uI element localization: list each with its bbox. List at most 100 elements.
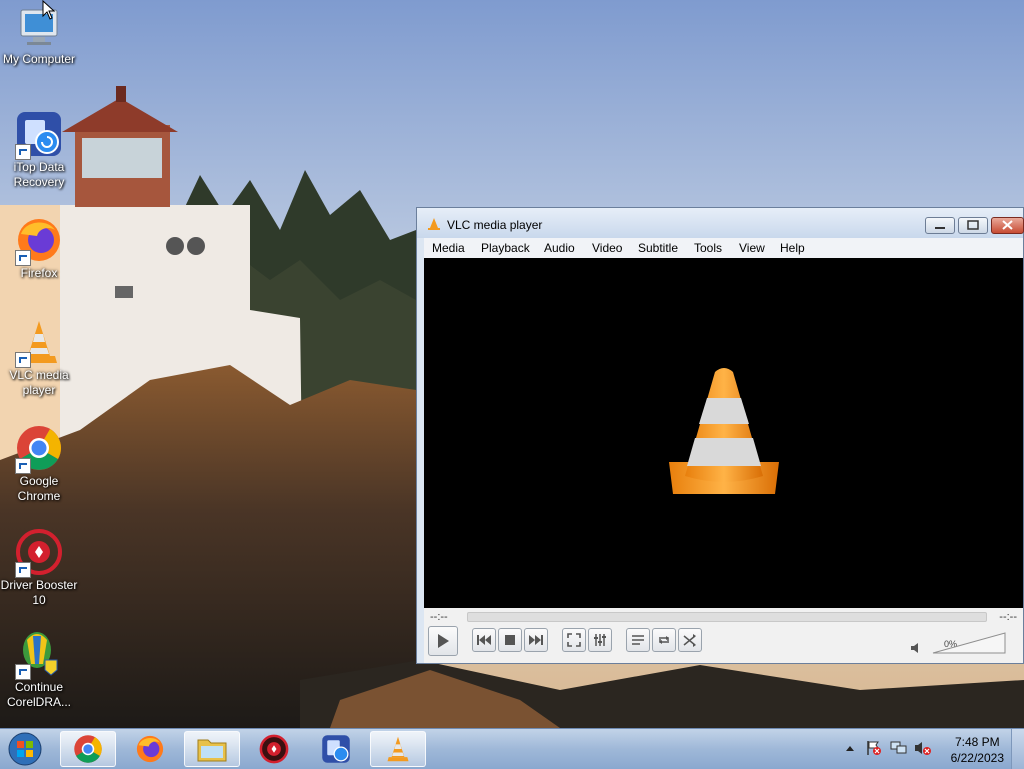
itop-data-recovery-icon [322,735,350,763]
menu-bar: Media Playback Audio Video Subtitle Tool… [424,238,1023,258]
desktop-icon-vlc[interactable]: VLC media player [0,318,78,398]
vlc-cone-logo-icon [669,368,779,494]
desktop-icon-label: Driver Booster [0,578,78,592]
extended-settings-button[interactable] [588,628,612,652]
desktop-icon-label: 10 [32,593,46,607]
desktop-icon-label: Continue [14,680,64,694]
shortcut-arrow-icon [15,458,31,474]
show-desktop-button[interactable] [1011,729,1024,769]
loop-icon [659,636,669,644]
maximize-icon [967,220,979,230]
file-explorer-icon [197,739,227,762]
playlist-button[interactable] [626,628,650,652]
volume-slider[interactable] [932,632,1006,654]
desktop-icon-label: Chrome [17,489,61,503]
desktop-icon-label: iTop Data [13,160,65,174]
desktop-icon-label: Firefox [20,266,58,280]
vlc-icon [15,318,63,368]
taskbar: 7:48 PM 6/22/2023 [0,728,1024,769]
desktop-icon-label: player [22,383,56,397]
fullscreen-button[interactable] [562,628,586,652]
taskbar-driver-booster[interactable] [246,731,302,767]
desktop-icon-coreldraw[interactable]: Continue CorelDRA... [0,630,78,710]
taskbar-firefox[interactable] [122,731,178,767]
menu-media[interactable]: Media [432,241,465,255]
skip-back-icon [477,635,491,645]
equalizer-icon [594,634,606,646]
chrome-icon [15,424,63,474]
menu-audio[interactable]: Audio [544,241,575,255]
vlc-icon [428,218,440,230]
firefox-icon [136,735,164,763]
taskbar-chrome[interactable] [60,731,116,767]
taskbar-file-explorer[interactable] [184,731,240,767]
shortcut-arrow-icon [15,664,31,680]
system-clock[interactable]: 7:48 PM 6/22/2023 [951,734,1004,766]
close-icon [1002,220,1013,230]
video-area[interactable] [424,258,1023,608]
menu-tools[interactable]: Tools [694,241,722,255]
menu-video[interactable]: Video [592,241,622,255]
driver-booster-icon [15,528,63,578]
coreldraw-icon [15,630,63,680]
desktop-icon-driver-booster[interactable]: Driver Booster 10 [0,528,78,608]
previous-button[interactable] [472,628,496,652]
vlc-window[interactable]: VLC media player Media Playback Audio Vi… [416,207,1024,664]
firefox-icon [15,216,63,266]
fullscreen-icon [567,633,581,647]
desktop-icon-label: Google [19,474,59,488]
menu-subtitle[interactable]: Subtitle [638,241,678,255]
action-center-flag-icon[interactable] [866,740,882,756]
desktop-icon-my-computer[interactable]: My Computer [0,2,78,67]
shortcut-arrow-icon [15,352,31,368]
shortcut-arrow-icon [15,144,31,160]
total-time: --:-- [999,611,1017,623]
menu-help[interactable]: Help [780,241,805,255]
window-title: VLC media player [447,218,543,232]
minimize-button[interactable] [925,217,955,234]
clock-time: 7:48 PM [954,735,1000,749]
desktop-icon-label: VLC media [9,368,69,382]
desktop-icon-google-chrome[interactable]: Google Chrome [0,424,78,504]
maximize-button[interactable] [958,217,988,234]
loop-button[interactable] [652,628,676,652]
shortcut-arrow-icon [15,562,31,578]
shuffle-button[interactable] [678,628,702,652]
menu-playback[interactable]: Playback [481,241,530,255]
mouse-cursor-icon [42,0,56,20]
taskbar-itop-data-recovery[interactable] [308,731,364,767]
next-button[interactable] [524,628,548,652]
network-icon[interactable] [890,740,908,756]
speaker-muted-icon[interactable] [910,642,922,654]
driver-booster-icon [259,734,289,764]
taskbar-vlc[interactable] [370,731,426,767]
clock-date: 6/22/2023 [950,751,1004,765]
close-button[interactable] [991,217,1024,234]
desktop-icon-label: CorelDRA... [6,695,71,709]
controls-bar: --:-- --:-- 0% [424,608,1023,663]
itop-data-recovery-icon [15,110,63,160]
desktop-icon-itop-data-recovery[interactable]: iTop Data Recovery [0,110,78,190]
stop-icon [505,635,515,645]
window-titlebar[interactable]: VLC media player [417,208,1024,238]
shuffle-icon [683,634,696,647]
vlc-icon [387,736,409,762]
volume-muted-icon[interactable] [914,740,932,756]
start-orb-icon [8,732,42,766]
show-hidden-icons-icon[interactable] [845,744,855,752]
chrome-icon [74,735,102,763]
skip-forward-icon [529,635,543,645]
play-button[interactable] [428,626,458,656]
desktop-icon-label: Recovery [13,175,65,189]
minimize-icon [935,227,945,229]
shortcut-arrow-icon [15,250,31,266]
start-button[interactable] [0,731,52,767]
playlist-icon [632,635,644,645]
desktop-icon-firefox[interactable]: Firefox [0,216,78,281]
menu-view[interactable]: View [739,241,765,255]
stop-button[interactable] [498,628,522,652]
seek-slider[interactable] [467,612,987,622]
desktop-icon-label: My Computer [2,52,76,66]
elapsed-time: --:-- [430,611,448,623]
play-icon [438,634,449,648]
